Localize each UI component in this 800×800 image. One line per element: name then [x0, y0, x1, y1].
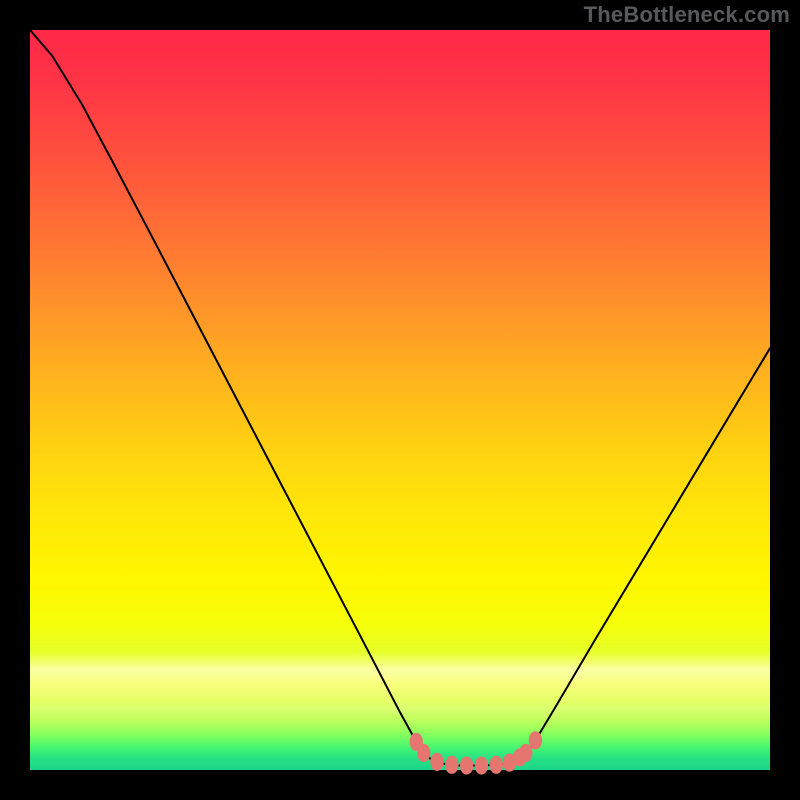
marker-dot [417, 744, 429, 761]
marker-dot [431, 753, 443, 770]
marker-dot [460, 757, 472, 774]
bottleneck-chart [0, 0, 800, 800]
plot-background [30, 30, 770, 770]
watermark: TheBottleneck.com [584, 2, 790, 28]
marker-dot [475, 757, 487, 774]
marker-dot [446, 756, 458, 773]
chart-stage: { "watermark": "TheBottleneck.com", "plo… [0, 0, 800, 800]
marker-dot [490, 756, 502, 773]
marker-dot [529, 732, 541, 749]
marker-dot [520, 744, 532, 761]
